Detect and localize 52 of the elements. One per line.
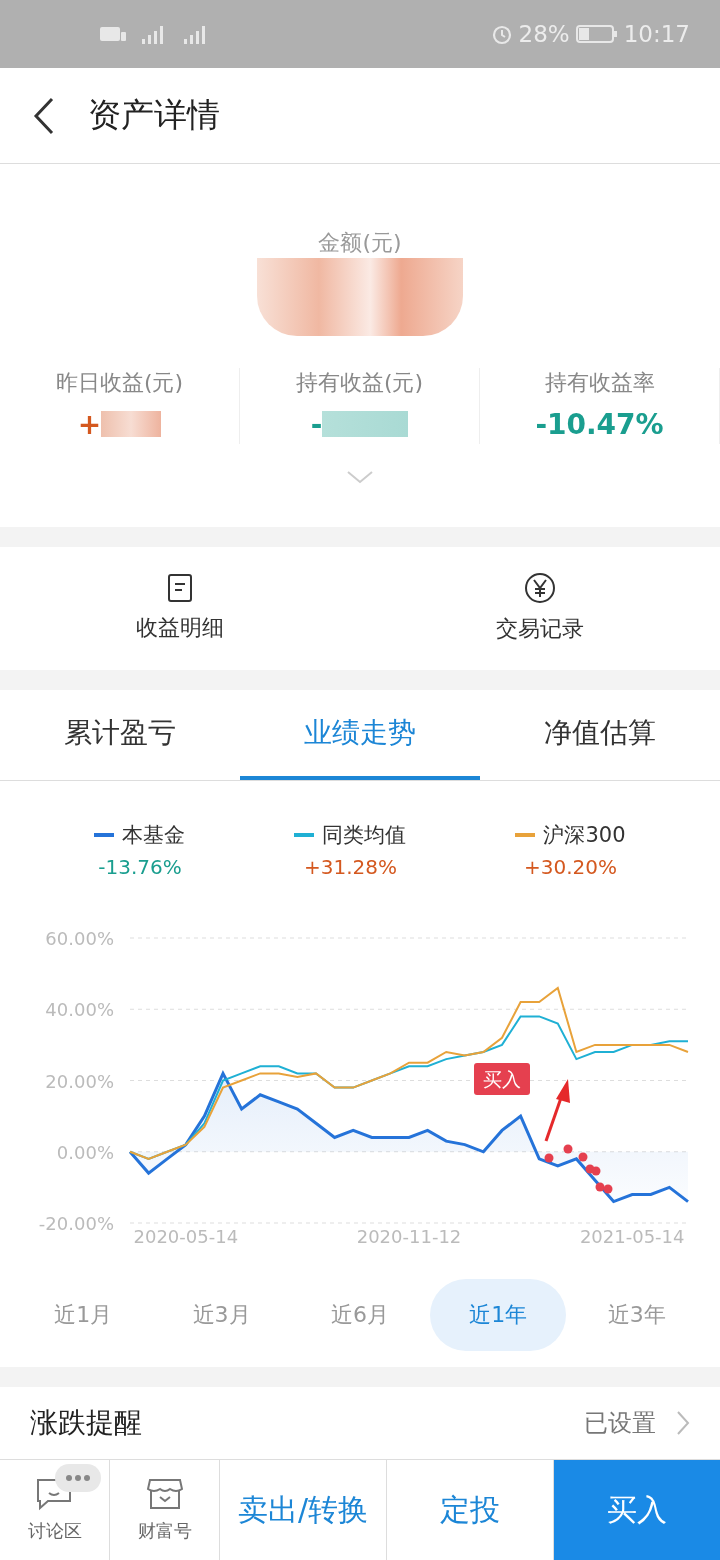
stat-value: -10.47%: [535, 407, 664, 441]
battery-icon: [575, 23, 618, 44]
chevron-icon: [676, 1410, 690, 1437]
x-axis-label: 2021-05-14: [579, 1225, 685, 1247]
range-tab[interactable]: 近3年: [568, 1278, 705, 1351]
legend-value: -13.76%: [98, 854, 182, 879]
y-axis-label: -20.00%: [38, 1212, 114, 1234]
y-axis-label: 0.00%: [56, 1141, 114, 1163]
page-title: 资产详情: [88, 94, 220, 137]
action-item[interactable]: 交易记录: [360, 547, 720, 670]
range-tab[interactable]: 近1年: [430, 1278, 567, 1351]
action-button[interactable]: 买入: [554, 1460, 720, 1560]
legend-label: 本基金: [122, 821, 186, 849]
back-icon[interactable]: [32, 95, 56, 136]
tab[interactable]: 净值估算: [480, 689, 720, 780]
reminder-row[interactable]: 涨跌提醒 已设置: [0, 1386, 720, 1461]
amount-label: 金额(元): [318, 229, 402, 258]
yen-icon: [524, 572, 556, 605]
legend-value: +31.28%: [303, 854, 397, 879]
battery-percent: 28%: [518, 20, 570, 47]
legend-label: 沪深300: [543, 821, 626, 849]
y-axis-label: 40.00%: [45, 998, 114, 1020]
y-axis-label: 20.00%: [45, 1070, 114, 1092]
range-tab[interactable]: 近1月: [15, 1278, 152, 1351]
x-axis-label: 2020-11-12: [356, 1225, 462, 1247]
action-item[interactable]: 收益明细: [0, 547, 360, 670]
bottom-link[interactable]: 讨论区: [0, 1460, 110, 1560]
document-icon: [167, 573, 193, 604]
x-axis-label: 2020-05-14: [133, 1225, 239, 1247]
buy-tag: 买入: [474, 1062, 530, 1095]
range-tab[interactable]: 近3月: [153, 1278, 290, 1351]
reminder-status: 已设置: [584, 1408, 656, 1440]
legend-label: 同类均值: [322, 821, 407, 849]
stat-label: 持有收益率: [544, 369, 655, 398]
y-axis-label: 60.00%: [45, 927, 114, 949]
more-icon: [55, 1464, 101, 1493]
tab[interactable]: 业绩走势: [240, 689, 480, 780]
stat-label: 昨日收益(元): [55, 369, 184, 398]
stat-value: -: [310, 407, 323, 441]
trade-markers-drawing: [544, 1144, 613, 1194]
shop-icon: [145, 1477, 184, 1512]
reminder-label: 涨跌提醒: [30, 1405, 142, 1442]
arrow-icon: [544, 1078, 570, 1142]
stat-label: 持有收益(元): [295, 369, 424, 398]
clock-time: 10:17: [623, 20, 690, 47]
legend-value: +30.20%: [523, 854, 617, 879]
hd-icon: [100, 25, 126, 42]
range-tab[interactable]: 近6月: [291, 1278, 428, 1351]
annotation: 买入: [483, 1067, 521, 1090]
tab[interactable]: 累计盈亏: [0, 689, 240, 780]
redacted-value: [101, 411, 162, 438]
stat-value: +: [77, 407, 102, 441]
